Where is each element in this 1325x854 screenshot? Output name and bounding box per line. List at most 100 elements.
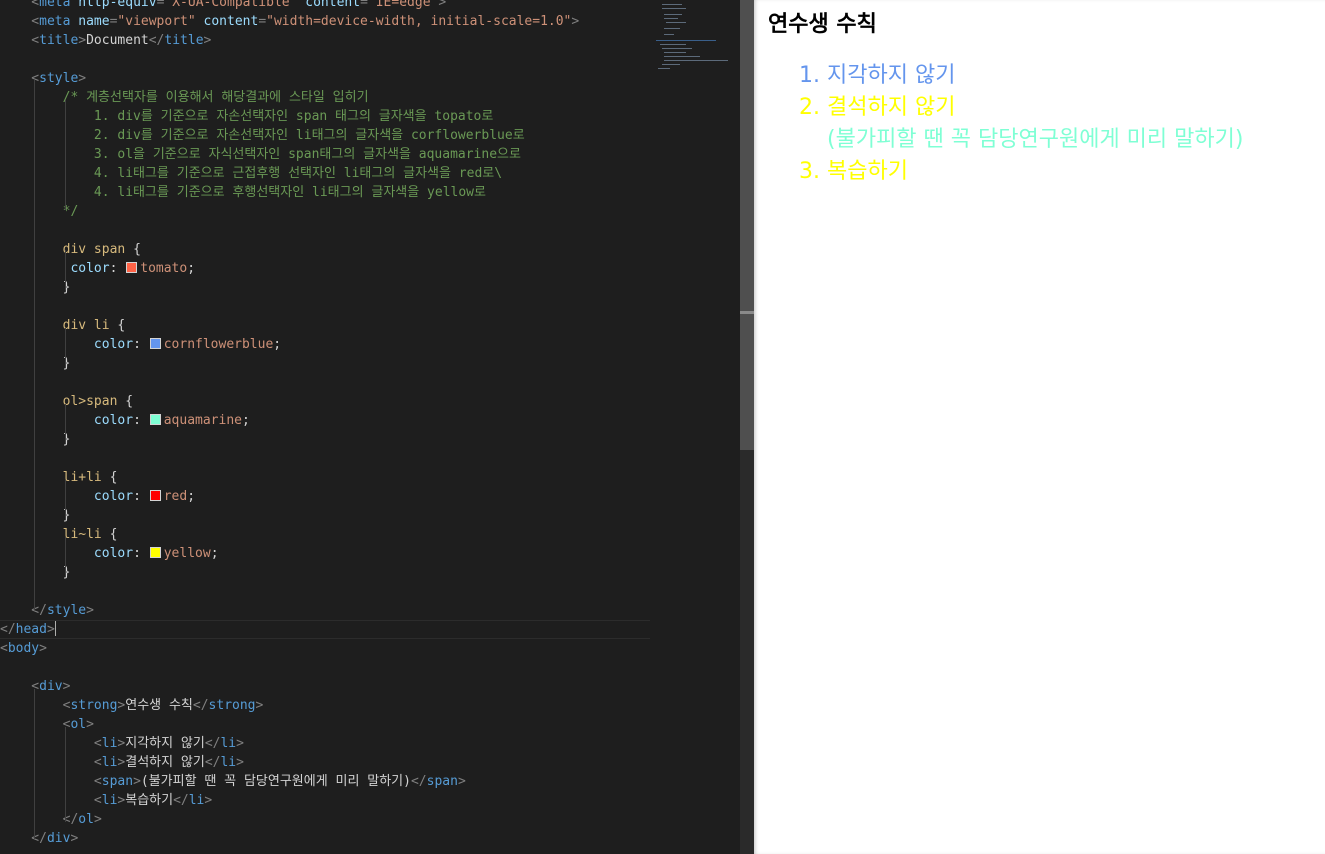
code-line[interactable]: div span { (0, 240, 650, 259)
code-token: < (0, 0, 40, 10)
code-line[interactable] (0, 449, 650, 468)
indent-guide (65, 727, 66, 822)
code-token: > (62, 679, 71, 694)
code-line[interactable]: } (0, 430, 650, 449)
color-swatch-icon[interactable] (149, 490, 161, 501)
code-token: : (133, 546, 149, 561)
code-line[interactable]: <span>(불가피할 땐 꼭 담당연구원에게 미리 말하기)</span> (0, 772, 650, 791)
code-line[interactable]: <title>Document</title> (0, 31, 650, 50)
code-token: > (46, 622, 55, 637)
color-swatch-icon[interactable] (149, 414, 161, 425)
indent-guide (65, 100, 66, 210)
code-line[interactable]: /* 계층선택자를 이용해서 해당결과에 스타일 입히기 (0, 88, 650, 107)
code-line[interactable]: </div> (0, 829, 650, 848)
code-line[interactable]: color: red; (0, 487, 650, 506)
code-editor[interactable]: <meta http-equiv="X-UA-Compatible" conte… (0, 0, 740, 854)
code-token: title (164, 33, 204, 48)
code-token: > (203, 33, 212, 48)
code-line[interactable]: color: yellow; (0, 544, 650, 563)
editor-scrollbar-thumb[interactable] (740, 0, 754, 450)
code-line[interactable] (0, 221, 650, 240)
list-number: 2. (799, 95, 820, 120)
code-line[interactable] (0, 582, 650, 601)
code-token: > (438, 0, 447, 10)
color-swatch-icon[interactable] (149, 547, 161, 558)
color-swatch-icon[interactable] (126, 262, 138, 273)
code-token: </ (204, 736, 221, 751)
code-line[interactable]: li+li { (0, 468, 650, 487)
code-line[interactable]: } (0, 278, 650, 297)
indent-guide (65, 537, 66, 577)
code-line[interactable]: */ (0, 202, 650, 221)
list-text: 지각하지 않기 (827, 63, 956, 88)
code-token: color (70, 261, 110, 276)
code-token: "width=device-width, initial-scale=1.0" (266, 14, 572, 29)
code-line[interactable]: color: tomato; (0, 259, 650, 278)
color-swatch-icon[interactable] (149, 338, 161, 349)
code-line[interactable]: 2. div를 기준으로 자손선택자인 li태그의 글자색을 corflower… (0, 126, 650, 145)
code-line[interactable] (0, 373, 650, 392)
code-line[interactable]: <ol> (0, 715, 650, 734)
code-token: < (0, 641, 8, 656)
code-line[interactable]: <strong>연수생 수칙</strong> (0, 696, 650, 715)
code-token: ; (273, 337, 282, 352)
code-line[interactable]: color: aquamarine; (0, 411, 650, 430)
code-token: ol (78, 812, 94, 827)
code-line[interactable]: <meta http-equiv = "X-UA-Compatible" conte… (0, 0, 650, 12)
code-token: li (188, 793, 205, 808)
code-line[interactable]: div li { (0, 316, 650, 335)
list-number: 1. (799, 63, 820, 88)
code-line[interactable]: 1. div를 기준으로 자손선택자인 span 태그의 글자색을 topato… (0, 107, 650, 126)
code-line[interactable]: 3. ol을 기준으로 자식선택자인 span태그의 글자색을 aquamari… (0, 145, 650, 164)
code-token: color (93, 413, 134, 428)
code-line[interactable]: } (0, 354, 650, 373)
code-line[interactable]: <style> (0, 69, 650, 88)
code-token: 지각하지 않기 (125, 736, 205, 751)
code-token: > (457, 774, 466, 789)
list-number: 3. (799, 159, 820, 184)
code-token: 4. li태그를 기준으로 근접후행 선택자인 li태그의 글자색을 red로\ (0, 166, 503, 181)
code-token: /* 계층선택자를 이용해서 해당결과에 스타일 입히기 (0, 90, 369, 105)
code-token: "IE=edge" (367, 0, 439, 10)
code-token: title (39, 33, 79, 48)
code-line[interactable]: </head> (0, 620, 650, 639)
code-line[interactable]: <li>지각하지 않기</li> (0, 734, 650, 753)
code-token: style (46, 603, 87, 618)
code-token: } (0, 356, 71, 371)
code-token: li (220, 736, 237, 751)
code-token: color (93, 546, 134, 561)
code-token: { (109, 470, 118, 485)
code-line[interactable]: li~li { (0, 525, 650, 544)
code-line[interactable]: </style> (0, 601, 650, 620)
code-line[interactable]: </ol> (0, 810, 650, 829)
code-line[interactable] (0, 297, 650, 316)
code-line[interactable]: 4. li태그를 기준으로 후행선택자인 li태그의 글자색을 yellow로 (0, 183, 650, 202)
code-line[interactable]: 4. li태그를 기준으로 근접후행 선택자인 li태그의 글자색을 red로\ (0, 164, 650, 183)
code-token: content (305, 0, 361, 10)
code-line[interactable]: <div> (0, 677, 650, 696)
code-line[interactable] (0, 658, 650, 677)
code-line[interactable]: } (0, 563, 650, 582)
code-token: http-equiv (78, 0, 157, 10)
code-line[interactable]: <li>결석하지 않기</li> (0, 753, 650, 772)
code-area[interactable]: <meta http-equiv="X-UA-Compatible" conte… (0, 0, 650, 848)
minimap[interactable] (652, 0, 738, 80)
code-line[interactable]: } (0, 506, 650, 525)
code-line[interactable]: <body> (0, 639, 650, 658)
code-token: "X-UA-Compatible" (164, 0, 306, 10)
code-token: li (101, 755, 118, 770)
code-token: yellow (163, 546, 211, 561)
code-line[interactable]: color: cornflowerblue; (0, 335, 650, 354)
code-token: </ (192, 698, 209, 713)
code-line[interactable]: ol>span { (0, 392, 650, 411)
code-line[interactable]: <li>복습하기</li> (0, 791, 650, 810)
code-token: : (133, 489, 149, 504)
code-line[interactable] (0, 50, 650, 69)
code-token: span (101, 774, 134, 789)
code-line[interactable]: <meta name="viewport" content="width=dev… (0, 12, 650, 31)
code-token: < (0, 755, 102, 770)
code-token: > (571, 14, 580, 29)
